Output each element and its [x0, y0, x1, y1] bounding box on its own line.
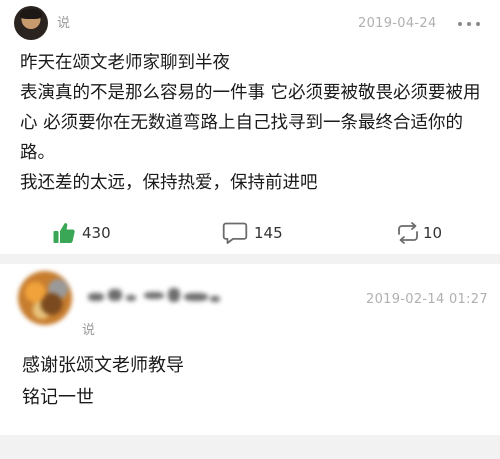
commenter-avatar[interactable] — [12, 268, 78, 328]
repost-count: 10 — [423, 224, 443, 242]
comment-date: 2019-02-14 01:27 — [366, 292, 488, 307]
comment-card: 说 2019-02-14 01:27 感谢张颂文老师教导 铭记一世 — [0, 264, 500, 435]
comment-count: 145 — [254, 224, 283, 242]
avatar[interactable] — [14, 6, 48, 40]
more-options-button[interactable] — [458, 15, 480, 33]
author-says-label: 说 — [57, 16, 71, 31]
repost-button[interactable]: 10 — [395, 216, 442, 250]
like-count: 430 — [82, 224, 111, 242]
bottom-spacer — [0, 435, 500, 459]
repost-arrows-icon — [398, 222, 418, 244]
post-date: 2019-04-24 — [358, 16, 437, 31]
section-divider — [0, 254, 500, 264]
thumbs-up-icon — [53, 223, 75, 243]
post-text: 昨天在颂文老师家聊到半夜 表演真的不是那么容易的一件事 它必须要被敬畏必须要被用… — [20, 48, 485, 198]
like-button[interactable]: 430 — [52, 216, 111, 250]
post-paragraph: 昨天在颂文老师家聊到半夜 — [20, 53, 230, 73]
comment-line: 铭记一世 — [22, 387, 94, 408]
more-dots-icon — [467, 22, 471, 26]
comment-text: 感谢张颂文老师教导 铭记一世 — [22, 350, 482, 414]
post-paragraph: 表演真的不是那么容易的一件事 它必须要被敬畏必须要被用心 必须要你在无数道弯路上… — [20, 83, 481, 163]
more-dots-icon — [476, 22, 480, 26]
blurred-username — [84, 284, 224, 308]
comment-line: 感谢张颂文老师教导 — [22, 355, 184, 376]
more-dots-icon — [458, 22, 462, 26]
author-says-label: 说 — [82, 323, 96, 338]
speech-bubble-icon — [222, 222, 248, 244]
comment-button[interactable]: 145 — [222, 216, 283, 250]
post-actions: 430 145 10 — [0, 216, 500, 250]
post-card: 说 2019-04-24 昨天在颂文老师家聊到半夜 表演真的不是那么容易的一件事… — [0, 0, 500, 254]
post-paragraph: 我还差的太远，保持热爱，保持前进吧 — [20, 173, 318, 193]
